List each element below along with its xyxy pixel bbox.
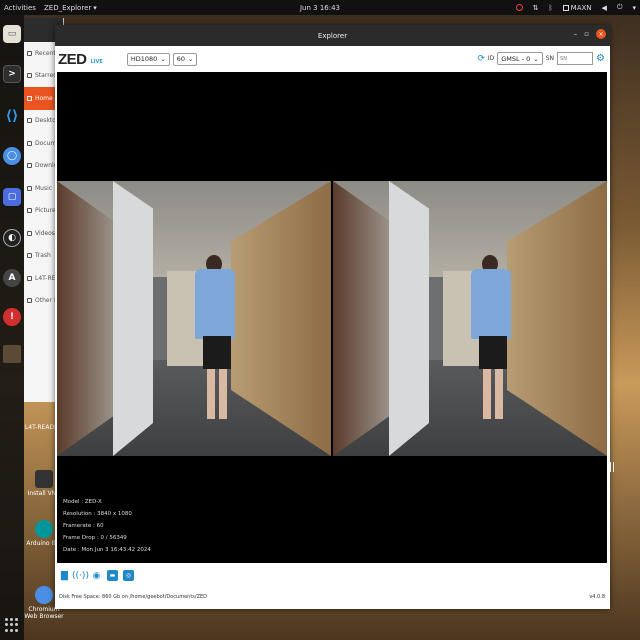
place-icon bbox=[27, 275, 32, 281]
clock[interactable]: Jun 3 16:43 bbox=[300, 4, 340, 12]
place-icon bbox=[27, 95, 32, 101]
toolbar: ZED LIVE HD1080 ⌄ 60 ⌄ ⟳ ID GMSL - 0 ⌄ S… bbox=[55, 46, 610, 72]
stream-icon[interactable]: ((·)) bbox=[72, 570, 89, 581]
sidebar-item-label: Starred bbox=[35, 72, 58, 80]
window-title: Explorer bbox=[317, 31, 348, 40]
resolution-select[interactable]: HD1080 ⌄ bbox=[126, 52, 170, 66]
arduino-icon bbox=[35, 520, 53, 538]
screenshot-icon[interactable]: ▢ bbox=[3, 188, 21, 206]
settings-gear-icon[interactable]: ⚙ bbox=[596, 53, 605, 64]
record-icon[interactable]: ◉ bbox=[91, 570, 102, 581]
maximize-icon[interactable]: ▫ bbox=[584, 30, 589, 38]
files-icon[interactable]: ▭ bbox=[3, 25, 21, 43]
refresh-icon[interactable]: ⟳ bbox=[477, 54, 485, 64]
camera-id-value: GMSL - 0 bbox=[501, 54, 531, 63]
nvidia-icon[interactable] bbox=[515, 4, 523, 11]
sidebar-item-label: Home bbox=[35, 94, 53, 102]
chevron-down-icon[interactable]: ▾ bbox=[632, 4, 636, 12]
place-icon bbox=[27, 118, 32, 124]
top-bar: Activities ZED_Explorer ▾ Jun 3 16:43 ⇅ … bbox=[0, 0, 640, 15]
zed-logo: ZED bbox=[58, 50, 87, 68]
chip-icon bbox=[562, 4, 569, 11]
chevron-down-icon: ⌄ bbox=[188, 55, 194, 63]
camera-id-select[interactable]: GMSL - 0 ⌄ bbox=[497, 52, 543, 65]
chevron-down-icon: ▾ bbox=[93, 3, 97, 12]
place-icon bbox=[27, 50, 32, 56]
bottom-toolbar: ▇ ((·)) ◉ ▬ ◎ bbox=[59, 570, 134, 581]
bluetooth-icon[interactable]: ᛒ bbox=[548, 4, 552, 12]
app-a-icon[interactable]: A bbox=[3, 269, 21, 287]
place-icon bbox=[27, 298, 32, 304]
svo-icon[interactable]: ▬ bbox=[107, 570, 118, 581]
info-frame-drop: Frame Drop : 0 / 56349 bbox=[63, 535, 127, 541]
chevron-down-icon: ⌄ bbox=[533, 54, 539, 63]
status-bar: Disk Free Space: 860 Gb on /home/geebot/… bbox=[59, 594, 605, 600]
volume-icon[interactable]: ◀ bbox=[602, 4, 607, 12]
left-camera-frame bbox=[57, 181, 331, 456]
info-model: Model : ZED-X bbox=[63, 499, 102, 505]
serial-number-input[interactable] bbox=[557, 52, 594, 65]
sidebar-item-label: Music bbox=[35, 184, 53, 192]
place-icon bbox=[27, 253, 32, 259]
logo-live-label: LIVE bbox=[90, 59, 103, 65]
info-framerate: Framerate : 60 bbox=[63, 523, 104, 529]
fps-select[interactable]: 60 ⌄ bbox=[172, 52, 198, 66]
info-resolution: Resolution : 3840 x 1080 bbox=[63, 511, 132, 517]
sidebar-item-label: Videos bbox=[35, 229, 55, 237]
sidebar-item-label: Recent bbox=[35, 49, 56, 57]
version-label: v4.0.8 bbox=[589, 594, 605, 600]
fps-value: 60 bbox=[176, 55, 186, 63]
chromium-icon[interactable]: ◯ bbox=[3, 147, 21, 165]
id-label: ID bbox=[487, 55, 495, 62]
terminal-icon[interactable]: > bbox=[3, 65, 21, 83]
power-mode-label: MAXN bbox=[570, 3, 592, 12]
vscode-icon[interactable]: ⟨⟩ bbox=[3, 107, 21, 125]
place-icon bbox=[27, 73, 32, 79]
network-icon[interactable]: ⇅ bbox=[533, 4, 539, 12]
power-mode[interactable]: MAXN bbox=[562, 3, 592, 12]
power-icon[interactable]: ⏻ bbox=[617, 3, 623, 12]
dock: ▭ > ⟨⟩ ◯ ▢ ◐ A ! bbox=[0, 15, 24, 640]
disk-space-label: Disk Free Space: 860 Gb on /home/geebot/… bbox=[59, 594, 208, 600]
explorer-window: Explorer – ▫ × ZED LIVE HD1080 ⌄ 60 ⌄ ⟳ … bbox=[55, 25, 610, 609]
sidebar-item-label: Trash bbox=[35, 252, 51, 260]
chevron-down-icon: ⌄ bbox=[160, 55, 166, 63]
chromium-icon bbox=[35, 586, 53, 604]
window-titlebar[interactable]: Explorer – ▫ × bbox=[55, 25, 610, 46]
place-icon bbox=[27, 163, 32, 169]
place-icon bbox=[27, 230, 32, 236]
obs-icon[interactable]: ◐ bbox=[3, 229, 21, 247]
show-apps-icon[interactable] bbox=[5, 618, 19, 632]
close-icon[interactable]: × bbox=[596, 29, 606, 39]
resolution-value: HD1080 bbox=[130, 55, 158, 63]
vnc-icon bbox=[35, 470, 53, 488]
camera-info-overlay: Model : ZED-X Resolution : 3840 x 1080 F… bbox=[63, 496, 151, 556]
place-icon bbox=[27, 140, 32, 146]
video-viewer[interactable]: Model : ZED-X Resolution : 3840 x 1080 F… bbox=[57, 72, 607, 563]
minimize-icon[interactable]: – bbox=[574, 30, 578, 38]
error-report-icon[interactable]: ! bbox=[3, 308, 21, 326]
desktop-thumbnail-icon[interactable] bbox=[3, 345, 21, 363]
info-date: Date : Mon Jun 3 16:43:42 2024 bbox=[63, 547, 151, 553]
activities-button[interactable]: Activities bbox=[0, 4, 44, 12]
sn-label: SN bbox=[545, 55, 555, 62]
place-icon bbox=[27, 208, 32, 214]
app-menu-label: ZED_Explorer bbox=[44, 3, 92, 12]
place-icon bbox=[27, 185, 32, 191]
right-camera-frame bbox=[333, 181, 607, 456]
app-menu[interactable]: ZED_Explorer ▾ bbox=[44, 4, 97, 12]
folder-icon[interactable]: ▇ bbox=[59, 570, 70, 581]
camera-snapshot-icon[interactable]: ◎ bbox=[123, 570, 134, 581]
resize-handle[interactable] bbox=[610, 462, 614, 472]
system-tray[interactable]: ⇅ ᛒ MAXN ◀ ⏻ ▾ bbox=[515, 3, 636, 12]
